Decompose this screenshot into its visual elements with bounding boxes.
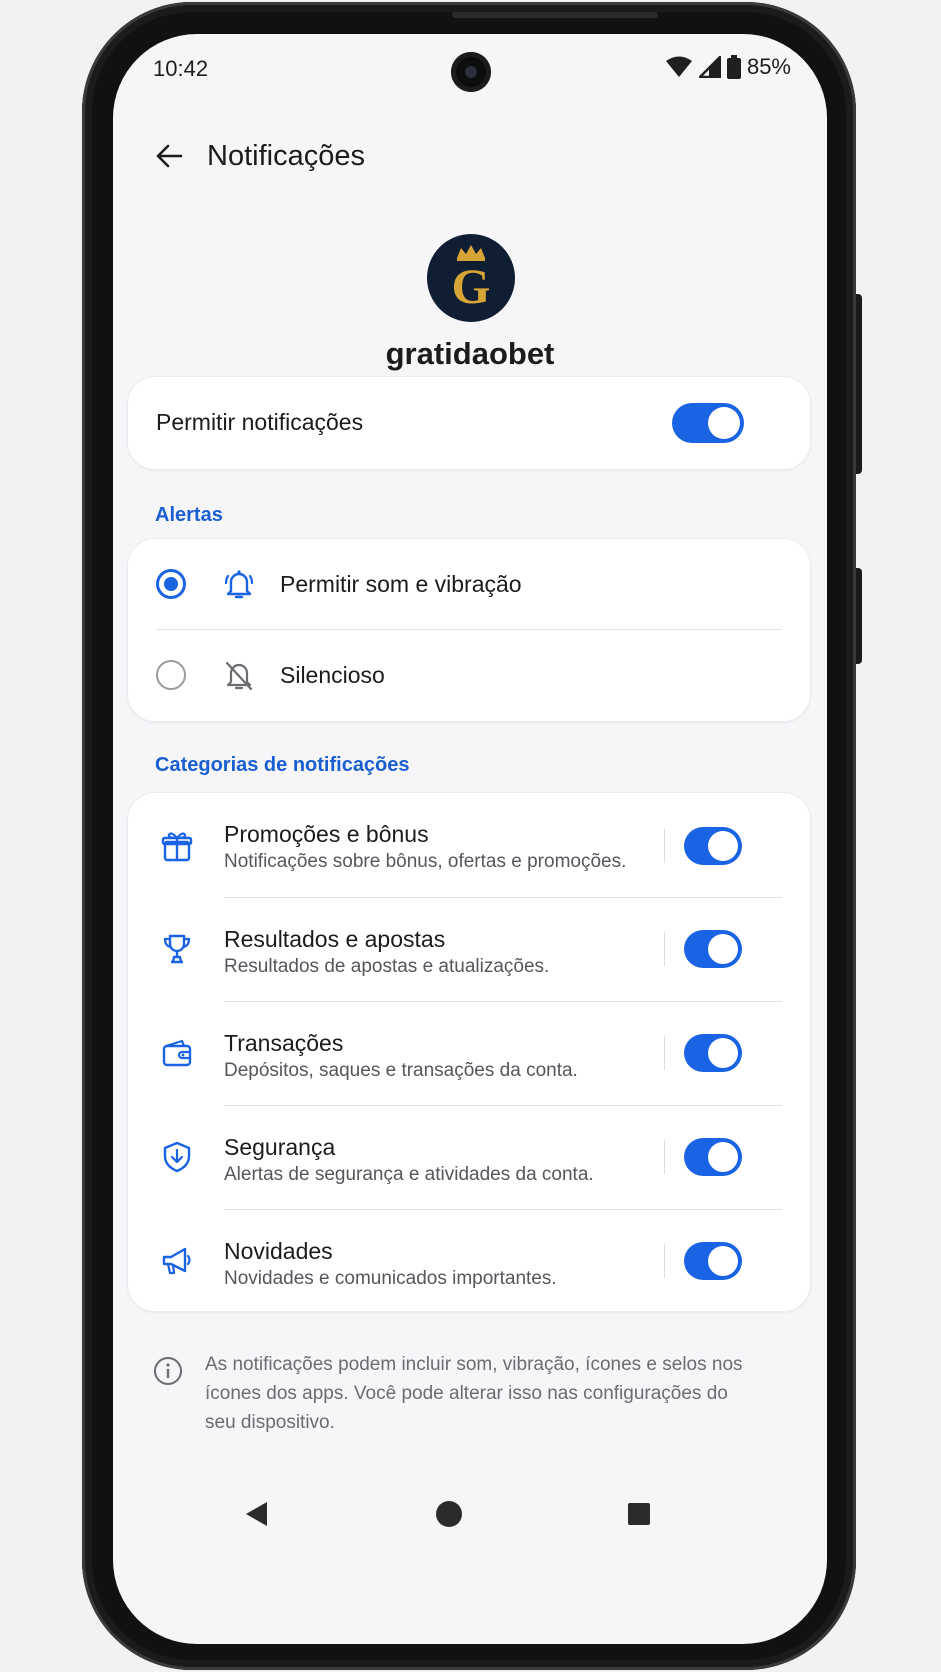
category-description: Depósitos, saques e transações da conta. bbox=[224, 1060, 578, 1081]
power-button bbox=[856, 294, 862, 474]
gift-icon bbox=[158, 827, 196, 865]
status-icons: 85% bbox=[665, 54, 791, 80]
radio-sound-vibration[interactable] bbox=[156, 569, 186, 599]
category-description: Novidades e comunicados importantes. bbox=[224, 1268, 557, 1289]
alert-option-sound[interactable]: Permitir som e vibração bbox=[128, 539, 812, 629]
info-icon bbox=[154, 1357, 182, 1385]
allow-notifications-card[interactable]: Permitir notificações bbox=[127, 376, 811, 470]
app-name: gratidaobet bbox=[385, 336, 555, 371]
category-description: Resultados de apostas e atualizações. bbox=[224, 956, 550, 977]
category-description: Notificações sobre bônus, ofertas e prom… bbox=[224, 851, 627, 872]
phone-frame: 10:42 85% Notificações G gratidaobet Per… bbox=[82, 2, 862, 1670]
radio-silent[interactable] bbox=[156, 660, 186, 690]
allow-notifications-label: Permitir notificações bbox=[156, 409, 364, 435]
toggle-news[interactable] bbox=[684, 1242, 742, 1280]
category-row-transactions[interactable]: Transações Depósitos, saques e transaçõe… bbox=[128, 1002, 812, 1105]
alerts-card: Permitir som e vibração Silencioso bbox=[127, 538, 811, 722]
toggle-security[interactable] bbox=[684, 1138, 742, 1176]
back-button[interactable] bbox=[149, 136, 189, 176]
categories-section-title: Categorias de notificações bbox=[155, 754, 410, 776]
row-separator bbox=[664, 932, 665, 966]
battery-icon bbox=[726, 55, 741, 79]
category-title: Resultados e apostas bbox=[224, 926, 446, 952]
arrow-left-icon bbox=[156, 144, 183, 168]
speaker-slot bbox=[452, 12, 658, 18]
category-title: Promoções e bônus bbox=[224, 821, 429, 847]
app-bar: Notificações bbox=[149, 136, 365, 176]
wallet-icon bbox=[158, 1034, 196, 1072]
wifi-icon bbox=[665, 56, 692, 77]
silent-label: Silencioso bbox=[280, 662, 385, 688]
toggle-transactions[interactable] bbox=[684, 1034, 742, 1072]
trophy-icon bbox=[158, 930, 196, 968]
info-text: As notificações podem incluir som, vibra… bbox=[205, 1354, 743, 1433]
category-row-promotions[interactable]: Promoções e bônus Notificações sobre bôn… bbox=[128, 793, 812, 897]
nav-back-icon[interactable] bbox=[243, 1500, 269, 1528]
category-row-security[interactable]: Segurança Alertas de segurança e ativida… bbox=[128, 1106, 812, 1209]
front-camera bbox=[451, 52, 491, 92]
nav-recents-icon[interactable] bbox=[627, 1502, 651, 1526]
category-description: Alertas de segurança e atividades da con… bbox=[224, 1164, 594, 1185]
row-separator bbox=[664, 1140, 665, 1174]
system-nav-bar bbox=[113, 1490, 827, 1550]
sound-vibration-label: Permitir som e vibração bbox=[280, 571, 522, 597]
category-title: Novidades bbox=[224, 1238, 333, 1264]
volume-button bbox=[856, 568, 862, 664]
megaphone-icon bbox=[158, 1242, 196, 1280]
alert-option-silent[interactable]: Silencioso bbox=[128, 630, 812, 722]
allow-notifications-toggle[interactable] bbox=[672, 403, 744, 443]
app-logo-letter: G bbox=[451, 258, 491, 314]
screen: 10:42 85% Notificações G gratidaobet Per… bbox=[113, 34, 827, 1644]
battery-percent: 85% bbox=[746, 54, 791, 79]
toggle-promotions[interactable] bbox=[684, 827, 742, 865]
toggle-results[interactable] bbox=[684, 930, 742, 968]
row-separator bbox=[664, 1244, 665, 1278]
app-logo: G bbox=[427, 234, 515, 322]
category-row-news[interactable]: Novidades Novidades e comunicados import… bbox=[128, 1210, 812, 1313]
shield-icon bbox=[158, 1138, 196, 1176]
bell-icon bbox=[224, 570, 254, 599]
category-row-results[interactable]: Resultados e apostas Resultados de apost… bbox=[128, 898, 812, 1001]
categories-card: Promoções e bônus Notificações sobre bôn… bbox=[127, 792, 811, 1312]
alerts-section-title: Alertas bbox=[155, 504, 223, 526]
category-title: Transações bbox=[224, 1030, 344, 1056]
status-time: 10:42 bbox=[153, 56, 209, 81]
nav-home-icon[interactable] bbox=[435, 1500, 463, 1528]
row-separator bbox=[664, 829, 665, 863]
category-title: Segurança bbox=[224, 1134, 336, 1160]
signal-icon bbox=[698, 56, 721, 78]
page-title: Notificações bbox=[207, 139, 365, 172]
bell-off-icon bbox=[225, 661, 253, 691]
row-separator bbox=[664, 1036, 665, 1070]
